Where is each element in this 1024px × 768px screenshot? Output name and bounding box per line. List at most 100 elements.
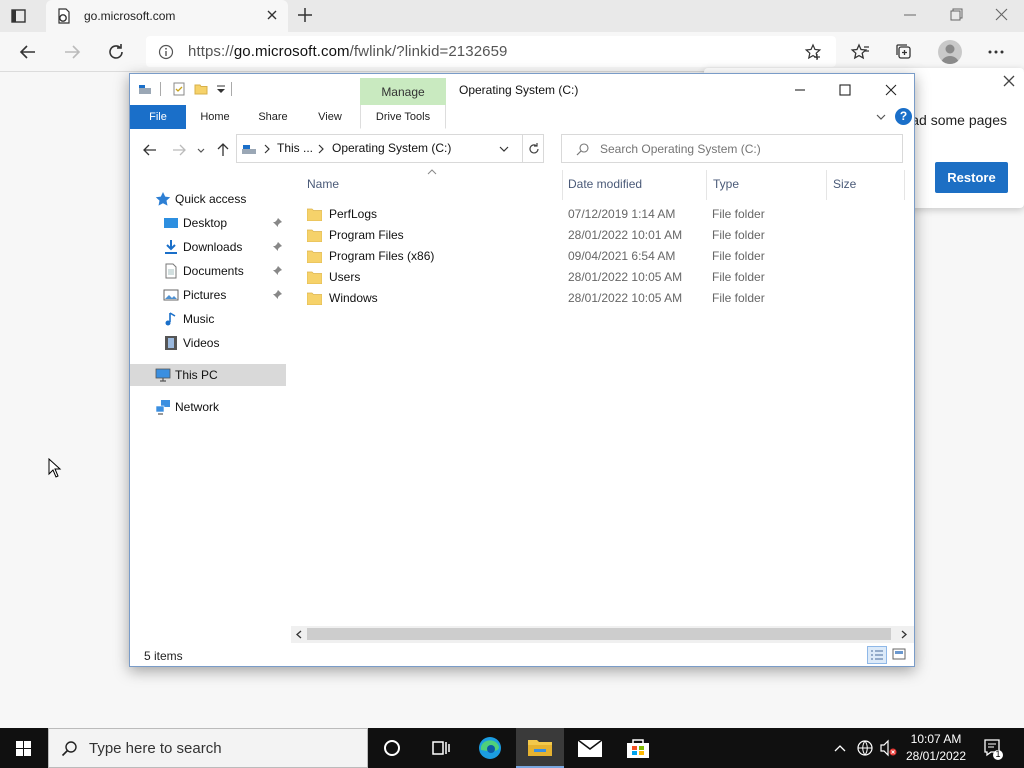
pin-icon[interactable] xyxy=(272,289,283,300)
refresh-icon[interactable] xyxy=(106,42,126,62)
address-breadcrumb[interactable]: This ... Operating System (C:) xyxy=(236,134,544,163)
column-header-name[interactable]: Name xyxy=(295,170,563,200)
tab-actions-icon[interactable] xyxy=(10,7,28,25)
restore-button[interactable]: Restore xyxy=(935,162,1008,193)
browser-minimize-icon[interactable] xyxy=(900,6,920,24)
new-tab-icon[interactable] xyxy=(296,6,314,24)
chevron-right-icon[interactable] xyxy=(317,144,325,154)
pictures-icon xyxy=(163,289,179,301)
file-name: Windows xyxy=(329,291,378,305)
site-info-icon[interactable] xyxy=(158,44,174,60)
large-icons-view-button[interactable] xyxy=(890,646,910,664)
show-hidden-icons-icon[interactable] xyxy=(832,728,848,768)
more-options-icon[interactable] xyxy=(986,42,1006,62)
breadcrumb-current[interactable]: Operating System (C:) xyxy=(332,141,451,155)
store-taskbar-button[interactable] xyxy=(614,728,662,768)
favorites-icon[interactable] xyxy=(850,42,870,62)
column-header-date[interactable]: Date modified xyxy=(563,170,707,200)
taskbar-search-box[interactable]: Type here to search xyxy=(48,728,368,768)
mail-taskbar-button[interactable] xyxy=(566,728,614,768)
refresh-button[interactable] xyxy=(522,135,544,162)
forward-icon[interactable] xyxy=(62,42,82,62)
nav-videos[interactable]: Videos xyxy=(130,332,286,354)
file-row[interactable]: Windows 28/01/2022 10:05 AM File folder xyxy=(295,288,913,309)
action-center-button[interactable]: 1 xyxy=(982,728,1004,768)
back-icon[interactable] xyxy=(143,143,157,157)
qat-separator-2 xyxy=(231,82,232,96)
ribbon-tabs: File Home Share View Drive Tools ? xyxy=(130,105,914,129)
nav-network[interactable]: Network xyxy=(130,396,286,418)
profile-icon xyxy=(941,44,959,64)
task-view-button[interactable] xyxy=(416,728,464,768)
manage-contextual-tab[interactable]: Manage xyxy=(360,78,446,105)
forward-icon[interactable] xyxy=(172,143,186,157)
file-name: PerfLogs xyxy=(329,207,378,221)
details-view-button[interactable] xyxy=(867,646,887,664)
navigation-pane: Quick access Desktop Downloads Documents… xyxy=(130,166,290,636)
file-row[interactable]: Program Files (x86) 09/04/2021 6:54 AM F… xyxy=(295,246,913,267)
add-favorite-icon[interactable] xyxy=(804,43,822,61)
start-button[interactable] xyxy=(0,728,48,768)
scroll-left-icon[interactable] xyxy=(295,630,303,639)
collections-icon[interactable] xyxy=(894,42,914,62)
edge-taskbar-button[interactable] xyxy=(466,728,514,768)
pin-icon[interactable] xyxy=(272,241,283,252)
file-type: File folder xyxy=(712,207,765,221)
pin-icon[interactable] xyxy=(272,217,283,228)
breadcrumb-this-pc[interactable]: This ... xyxy=(277,141,313,155)
tab-share[interactable]: Share xyxy=(250,105,296,129)
scrollbar-thumb[interactable] xyxy=(307,628,891,640)
back-icon[interactable] xyxy=(18,42,38,62)
tab-view[interactable]: View xyxy=(308,105,352,129)
chevron-down-icon[interactable] xyxy=(498,144,510,154)
scroll-right-icon[interactable] xyxy=(900,630,908,639)
clock-time: 10:07 AM xyxy=(910,732,962,746)
file-row[interactable]: Program Files 28/01/2022 10:01 AM File f… xyxy=(295,225,913,246)
close-window-icon[interactable] xyxy=(883,82,899,98)
nav-downloads[interactable]: Downloads xyxy=(130,236,286,258)
drive-icon xyxy=(139,85,151,94)
cortana-button[interactable] xyxy=(368,728,416,768)
window-title: Operating System (C:) xyxy=(459,83,579,97)
nav-documents[interactable]: Documents xyxy=(130,260,286,282)
maximize-icon[interactable] xyxy=(837,82,853,98)
file-explorer-window: Manage Operating System (C:) File Home S… xyxy=(129,73,915,667)
popup-close-icon[interactable] xyxy=(1002,74,1016,88)
new-folder-icon[interactable] xyxy=(194,82,208,96)
nav-desktop[interactable]: Desktop xyxy=(130,212,286,234)
nav-pictures[interactable]: Pictures xyxy=(130,284,286,306)
browser-close-icon[interactable] xyxy=(992,6,1012,24)
properties-icon[interactable] xyxy=(172,82,186,96)
pin-icon[interactable] xyxy=(272,265,283,276)
column-header-type[interactable]: Type xyxy=(707,170,827,200)
system-clock[interactable]: 10:07 AM 28/01/2022 xyxy=(902,731,970,765)
help-icon[interactable]: ? xyxy=(895,108,912,125)
folder-icon xyxy=(307,250,322,263)
file-explorer-taskbar-button[interactable] xyxy=(516,728,564,768)
close-tab-icon[interactable] xyxy=(264,7,280,23)
column-header-size[interactable]: Size xyxy=(827,170,905,200)
address-bar[interactable]: https://go.microsoft.com/fwlink/?linkid=… xyxy=(146,36,836,67)
up-icon[interactable] xyxy=(216,143,230,157)
expand-ribbon-icon[interactable] xyxy=(875,111,887,123)
file-row[interactable]: PerfLogs 07/12/2019 1:14 AM File folder xyxy=(295,204,913,225)
cortana-icon xyxy=(384,740,400,756)
volume-muted-icon[interactable] xyxy=(878,728,898,768)
recent-locations-icon[interactable] xyxy=(196,143,206,157)
nav-quick-access[interactable]: Quick access xyxy=(130,188,286,210)
horizontal-scrollbar[interactable] xyxy=(291,626,914,643)
file-row[interactable]: Users 28/01/2022 10:05 AM File folder xyxy=(295,267,913,288)
tab-drive-tools[interactable]: Drive Tools xyxy=(360,105,446,129)
chevron-right-icon[interactable] xyxy=(263,144,271,154)
nav-music[interactable]: Music xyxy=(130,308,286,330)
browser-restore-icon[interactable] xyxy=(946,6,966,24)
tab-file[interactable]: File xyxy=(130,105,186,129)
browser-tab[interactable]: go.microsoft.com xyxy=(46,0,288,32)
nav-this-pc[interactable]: This PC xyxy=(130,364,286,386)
minimize-icon[interactable] xyxy=(792,82,808,98)
search-input[interactable] xyxy=(600,140,890,158)
tab-home[interactable]: Home xyxy=(192,105,238,129)
profile-avatar[interactable] xyxy=(938,40,962,64)
network-status-icon[interactable] xyxy=(856,728,874,768)
customize-qat-icon[interactable] xyxy=(214,82,228,96)
